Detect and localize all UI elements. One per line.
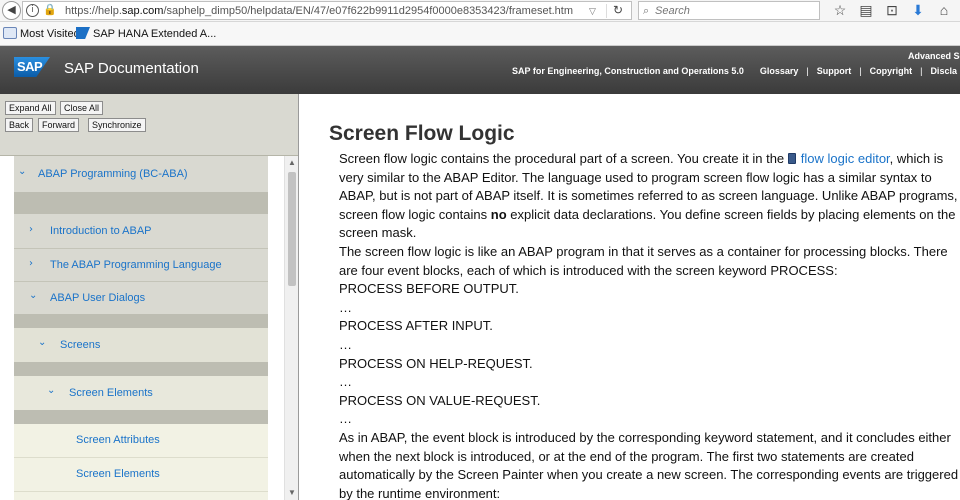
navigation-tree: ⌄ ABAP Programming (BC-ABA) › Introducti… xyxy=(14,156,268,500)
tree-node-label: Screen Elements xyxy=(69,387,153,399)
code-pbo: PROCESS BEFORE OUTPUT. xyxy=(339,281,519,297)
nav-separator: | xyxy=(806,66,809,76)
sap-header: SAP SAP Documentation Advanced Se SAP fo… xyxy=(0,46,960,94)
url-dropdown-icon[interactable]: ▽ xyxy=(589,4,596,18)
tree-leaf-screen-elements[interactable]: Screen Elements xyxy=(14,457,268,491)
content-frame: Screen Flow Logic Screen flow logic cont… xyxy=(300,94,960,500)
search-box[interactable]: ⌕ xyxy=(638,1,820,20)
article-body: Screen flow logic contains the procedura… xyxy=(339,150,960,500)
intro-paragraph: Screen flow logic contains the procedura… xyxy=(339,150,960,243)
chevron-right-icon: › xyxy=(29,258,33,269)
chevron-down-icon: ⌄ xyxy=(29,290,38,301)
event-blocks-paragraph: The screen flow logic is like an ABAP pr… xyxy=(339,243,948,278)
star-icon[interactable]: ☆ xyxy=(832,2,848,18)
bookmarks-bar: Most Visited SAP HANA Extended A... xyxy=(0,22,960,46)
event-block-explanation: As in ABAP, the event block is introduce… xyxy=(339,429,959,500)
bookmark-most-visited[interactable]: Most Visited xyxy=(3,26,80,42)
sap-bookmark-icon xyxy=(76,27,90,39)
nav-separator: | xyxy=(920,66,923,76)
chevron-down-icon: ⌄ xyxy=(47,385,56,396)
tree-node-label: Screen Elements xyxy=(76,468,160,480)
pocket-icon[interactable]: ⊡ xyxy=(884,2,900,18)
code-ellipsis: … xyxy=(339,374,352,390)
search-icon: ⌕ xyxy=(643,5,650,17)
tree-spacer xyxy=(14,410,268,424)
tree-node-user-dialogs[interactable]: ⌄ ABAP User Dialogs xyxy=(14,281,268,314)
scroll-up-icon[interactable]: ▲ xyxy=(285,156,299,170)
tree-leaf-screen-attributes[interactable]: Screen Attributes xyxy=(14,424,268,457)
sap-logo[interactable]: SAP xyxy=(14,57,50,77)
disclaimer-link[interactable]: Discla xyxy=(930,66,957,76)
lock-icon[interactable]: 🔒 xyxy=(43,4,57,17)
bookmark-label: SAP HANA Extended A... xyxy=(93,28,217,40)
code-pov: PROCESS ON VALUE-REQUEST. xyxy=(339,392,541,408)
browser-toolbar: ◀ i 🔒 https://help.sap.com/saphelp_dimp5… xyxy=(0,0,960,22)
tree-node-label: ABAP User Dialogs xyxy=(50,292,146,304)
tree-node-introduction[interactable]: › Introduction to ABAP xyxy=(14,214,268,248)
bookmark-sap-hana[interactable]: SAP HANA Extended A... xyxy=(76,26,216,42)
code-poh: PROCESS ON HELP-REQUEST. xyxy=(339,355,533,371)
close-all-button[interactable]: Close All xyxy=(60,101,104,115)
code-ellipsis: … xyxy=(339,336,352,352)
tree-spacer xyxy=(14,362,268,376)
tree-node-label: ABAP Programming (BC-ABA) xyxy=(38,168,188,180)
header-nav: SAP for Engineering, Construction and Op… xyxy=(512,66,957,76)
advanced-search-link[interactable]: Advanced Se xyxy=(908,51,960,61)
back-button[interactable]: Back xyxy=(5,118,34,132)
address-bar[interactable]: i 🔒 https://help.sap.com/saphelp_dimp50/… xyxy=(22,1,632,20)
tree-controls: Expand All Close All Back Forward Synchr… xyxy=(0,94,298,156)
synchronize-button[interactable]: Synchronize xyxy=(88,118,146,132)
url-divider xyxy=(606,4,607,18)
tree-node-label: The ABAP Programming Language xyxy=(50,259,222,271)
forward-button[interactable]: Forward xyxy=(38,118,80,132)
tree-node-language[interactable]: › The ABAP Programming Language xyxy=(14,248,268,281)
download-icon[interactable]: ⬇ xyxy=(910,2,926,18)
glossary-link[interactable]: Glossary xyxy=(760,66,799,76)
tree-node-screens[interactable]: ⌄ Screens xyxy=(14,328,268,362)
tree-spacer xyxy=(14,314,268,328)
tree-node-abap-programming[interactable]: ⌄ ABAP Programming (BC-ABA) xyxy=(14,156,268,192)
emphasis-no: no xyxy=(490,206,507,222)
product-label: SAP for Engineering, Construction and Op… xyxy=(512,66,744,76)
book-icon xyxy=(787,153,796,164)
gear-icon xyxy=(3,27,17,39)
url-text[interactable]: https://help.sap.com/saphelp_dimp50/help… xyxy=(65,4,573,18)
reader-icon[interactable]: ▤ xyxy=(858,2,874,18)
code-ellipsis: … xyxy=(339,411,352,427)
reload-icon[interactable]: ↻ xyxy=(613,3,623,18)
tree-spacer xyxy=(14,192,268,214)
page-header-title: SAP Documentation xyxy=(64,60,199,77)
home-icon[interactable]: ⌂ xyxy=(936,2,952,18)
tree-node-label: Screen Attributes xyxy=(76,434,160,446)
tree-node-label: Introduction to ABAP xyxy=(50,225,152,237)
info-icon[interactable]: i xyxy=(26,4,39,17)
chevron-down-icon: ⌄ xyxy=(38,337,47,348)
code-ellipsis: … xyxy=(339,299,352,315)
expand-all-button[interactable]: Expand All xyxy=(5,101,56,115)
flow-logic-editor-link[interactable]: flow logic editor xyxy=(801,151,890,166)
tree-node-label: Screens xyxy=(60,339,101,351)
page-title: Screen Flow Logic xyxy=(329,122,515,145)
code-pai: PROCESS AFTER INPUT. xyxy=(339,318,493,334)
bookmark-label: Most Visited xyxy=(20,28,80,40)
scrollbar-thumb[interactable] xyxy=(288,172,296,286)
scroll-down-icon[interactable]: ▼ xyxy=(285,486,299,500)
back-arrow-icon[interactable]: ◀ xyxy=(2,1,21,20)
support-link[interactable]: Support xyxy=(817,66,852,76)
nav-scrollbar[interactable]: ▲ ▼ xyxy=(284,156,298,500)
tree-node-screen-elements[interactable]: ⌄ Screen Elements xyxy=(14,376,268,410)
tree-leaf-next[interactable] xyxy=(14,491,268,500)
chevron-right-icon: › xyxy=(29,224,33,235)
chevron-down-icon: ⌄ xyxy=(18,166,27,177)
navigation-frame: Expand All Close All Back Forward Synchr… xyxy=(0,94,299,500)
intro-text: Screen flow logic contains the procedura… xyxy=(339,151,785,166)
copyright-link[interactable]: Copyright xyxy=(870,66,913,76)
nav-separator: | xyxy=(859,66,862,76)
search-input[interactable] xyxy=(655,3,815,18)
